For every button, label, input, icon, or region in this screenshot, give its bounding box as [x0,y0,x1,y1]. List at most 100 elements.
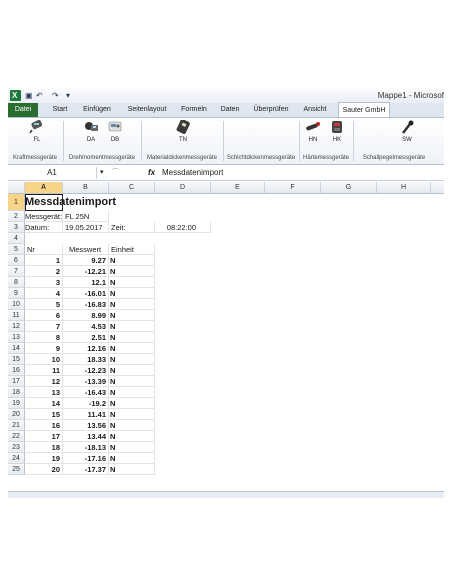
row-header[interactable]: 10 [8,299,25,310]
unit-cell[interactable]: N [109,420,155,431]
value-cell[interactable]: 11.41 [63,409,109,420]
device-value-cell[interactable]: FL 25N [63,211,109,222]
tab-start[interactable]: Start [49,103,71,117]
unit-cell[interactable]: N [109,310,155,321]
insert-function-icon[interactable]: fx [148,167,155,179]
row-header[interactable]: 1 [8,194,25,211]
redo-icon[interactable]: ↷ [52,89,59,102]
time-label-cell[interactable]: Zeit: [109,222,155,233]
value-cell[interactable]: 9.27 [63,255,109,266]
tab-ansicht[interactable]: Ansicht [300,103,330,117]
row-header[interactable]: 25 [8,464,25,475]
row-header[interactable]: 15 [8,354,25,365]
nr-cell[interactable]: 9 [25,343,63,354]
column-header-e[interactable]: E [211,182,265,193]
value-cell[interactable]: -17.16 [63,453,109,464]
value-cell[interactable]: -16.83 [63,299,109,310]
hn-button[interactable]: HN [302,120,324,143]
row-header[interactable]: 19 [8,398,25,409]
value-cell[interactable]: -17.37 [63,464,109,475]
row-header[interactable]: 6 [8,255,25,266]
date-label-cell[interactable]: Datum: [25,222,63,233]
value-cell[interactable]: -12.21 [63,266,109,277]
unit-cell[interactable]: N [109,343,155,354]
value-cell[interactable]: -13.39 [63,376,109,387]
column-header-h[interactable]: H [377,182,431,193]
unit-cell[interactable]: N [109,332,155,343]
column-header-c[interactable]: C [109,182,155,193]
row-header[interactable]: 14 [8,343,25,354]
date-value-cell[interactable]: 19.05.2017 [63,222,109,233]
unit-cell[interactable]: N [109,387,155,398]
row-header[interactable]: 5 [8,244,25,255]
nr-cell[interactable]: 13 [25,387,63,398]
unit-cell[interactable]: N [109,442,155,453]
row-header[interactable]: 3 [8,222,25,233]
tab-einfuegen[interactable]: Einfügen [80,103,114,117]
unit-cell[interactable]: N [109,464,155,475]
value-cell[interactable]: -18.13 [63,442,109,453]
unit-cell[interactable]: N [109,321,155,332]
tab-sauter-gmbh[interactable]: Sauter GmbH [338,102,390,117]
unit-cell[interactable]: N [109,299,155,310]
tab-datei[interactable]: Datei [8,103,38,117]
row-header[interactable]: 16 [8,365,25,376]
tab-seitenlayout[interactable]: Seitenlayout [124,103,170,117]
unit-cell[interactable]: N [109,277,155,288]
nr-cell[interactable]: 7 [25,321,63,332]
value-cell[interactable]: 4.53 [63,321,109,332]
header-nr-cell[interactable]: Nr [25,244,63,255]
row-header[interactable]: 21 [8,420,25,431]
tab-ueberpruefen[interactable]: Überprüfen [250,103,292,117]
nr-cell[interactable]: 18 [25,442,63,453]
customize-quick-access-icon[interactable]: ▾ [66,89,70,102]
nr-cell[interactable]: 1 [25,255,63,266]
tab-formeln[interactable]: Formeln [178,103,210,117]
column-header-a[interactable]: A [25,182,63,193]
value-cell[interactable]: -16.43 [63,387,109,398]
row-header[interactable]: 7 [8,266,25,277]
db-button[interactable]: DB [104,120,126,143]
row-header[interactable]: 17 [8,376,25,387]
row-header[interactable]: 23 [8,442,25,453]
row-header[interactable]: 9 [8,288,25,299]
device-label-cell[interactable]: Messgerät: [25,211,63,222]
value-cell[interactable]: 12.1 [63,277,109,288]
da-button[interactable]: DA [80,120,102,143]
column-header-i[interactable]: I [431,182,444,193]
nr-cell[interactable]: 3 [25,277,63,288]
row-header[interactable]: 2 [8,211,25,222]
row-header[interactable]: 11 [8,310,25,321]
unit-cell[interactable]: N [109,453,155,464]
value-cell[interactable]: 13.56 [63,420,109,431]
row-header[interactable]: 13 [8,332,25,343]
unit-cell[interactable]: N [109,431,155,442]
value-cell[interactable]: -12.23 [63,365,109,376]
unit-cell[interactable]: N [109,354,155,365]
excel-logo-icon[interactable]: X [10,90,21,101]
nr-cell[interactable]: 2 [25,266,63,277]
column-header-d[interactable]: D [155,182,211,193]
row-header[interactable]: 24 [8,453,25,464]
nr-cell[interactable]: 5 [25,299,63,310]
fl-button[interactable]: FL [26,119,48,143]
value-cell[interactable]: 8.99 [63,310,109,321]
name-box[interactable]: A1 [8,167,97,179]
nr-cell[interactable]: 4 [25,288,63,299]
value-cell[interactable]: -19.2 [63,398,109,409]
nr-cell[interactable]: 15 [25,409,63,420]
formula-input[interactable]: Messdatenimport [162,167,223,179]
column-header-g[interactable]: G [321,182,377,193]
nr-cell[interactable]: 6 [25,310,63,321]
value-cell[interactable]: 13.44 [63,431,109,442]
cancel-icon[interactable]: ⌒ [112,167,119,179]
nr-cell[interactable]: 20 [25,464,63,475]
undo-icon[interactable]: ↶ [36,89,43,102]
row-header[interactable]: 22 [8,431,25,442]
row-header[interactable]: 8 [8,277,25,288]
tn-button[interactable]: TN [172,119,194,143]
header-value-cell[interactable]: Messwert [63,244,109,255]
nr-cell[interactable]: 12 [25,376,63,387]
sw-button[interactable]: SW [396,120,418,143]
value-cell[interactable]: 18.33 [63,354,109,365]
